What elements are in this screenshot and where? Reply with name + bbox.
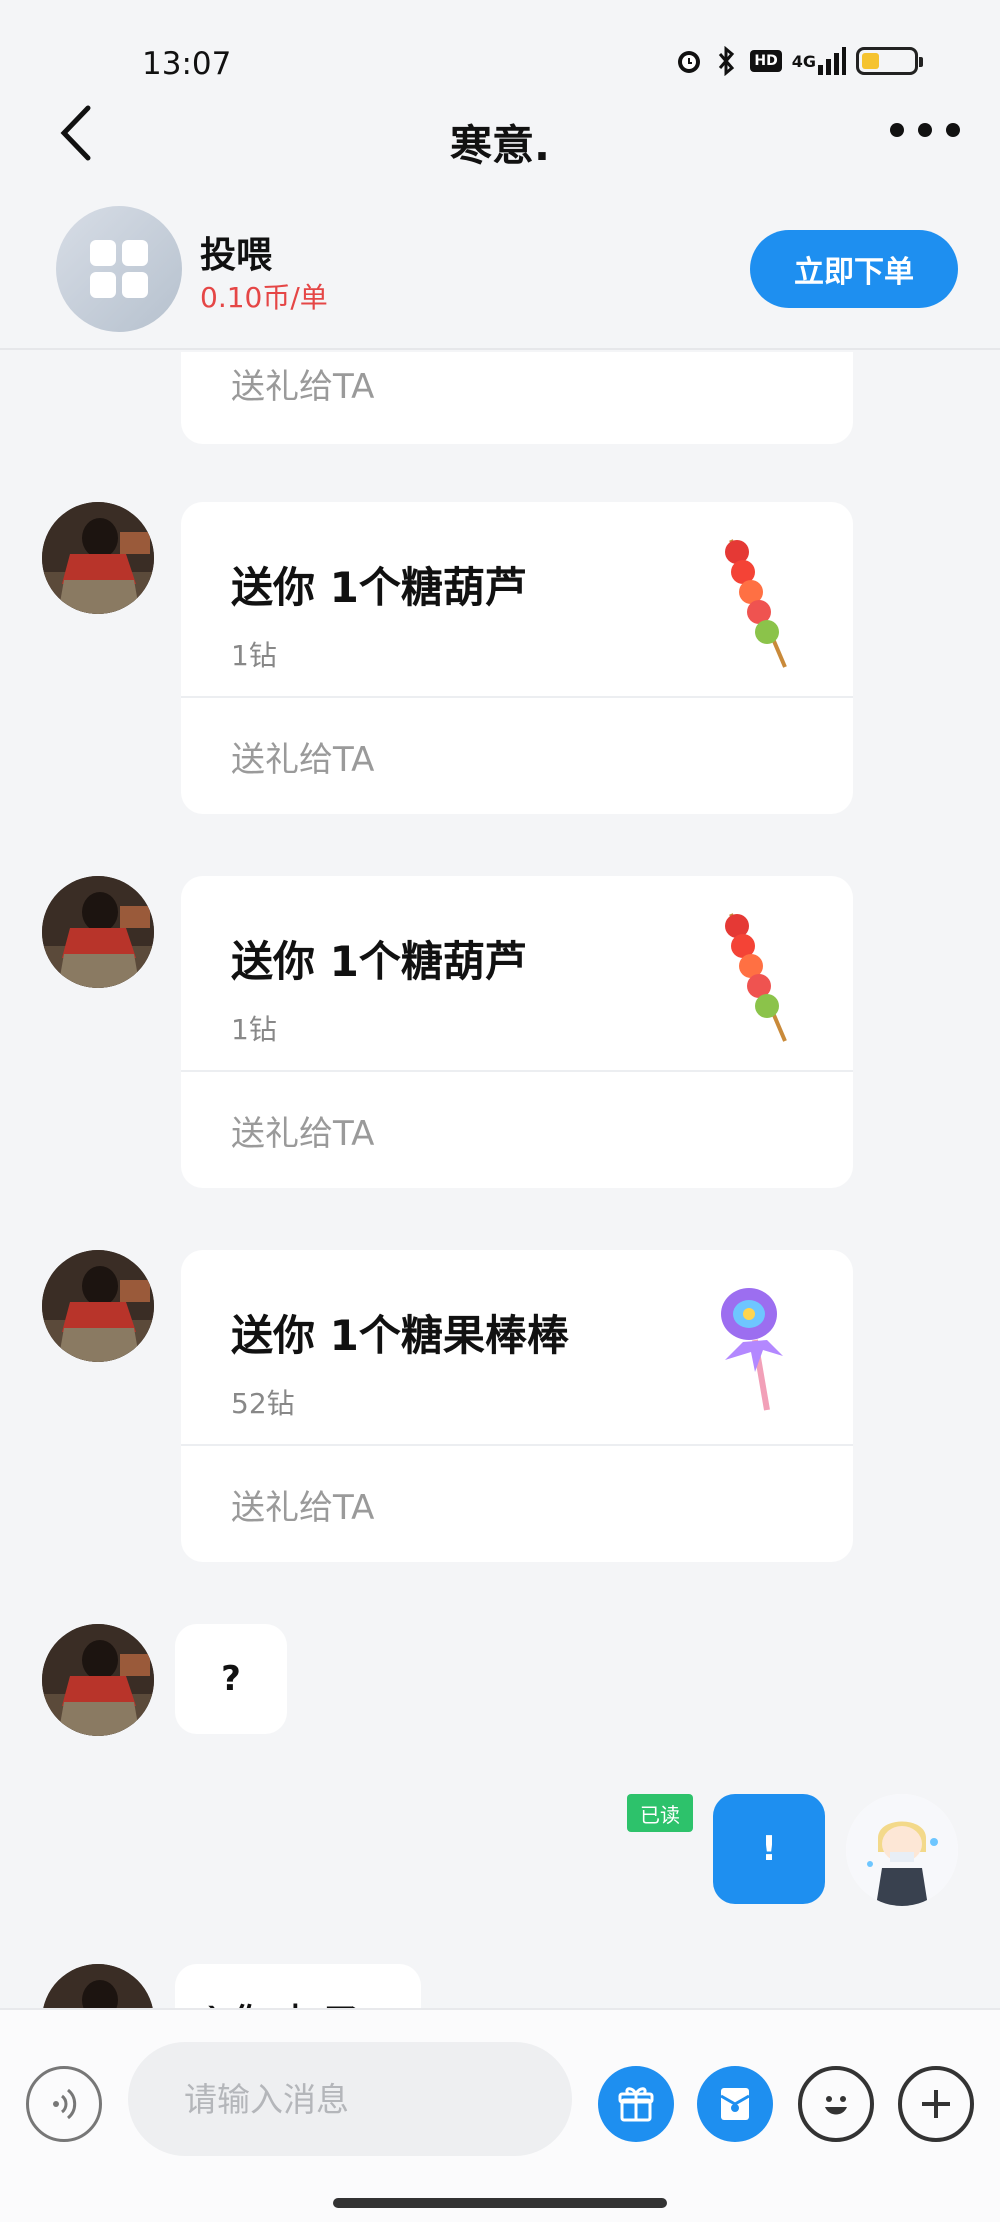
gift-price: 1钻 [231, 1013, 277, 1046]
gift-price: 1钻 [231, 639, 277, 672]
more-icon [890, 123, 904, 137]
battery-fill [862, 53, 879, 69]
alarm-icon [674, 46, 704, 76]
home-indicator[interactable] [333, 2198, 667, 2208]
battery-icon [856, 47, 923, 75]
plus-icon [922, 2090, 950, 2118]
input-bar [0, 2008, 1000, 2222]
incoming-message[interactable]: ì 你 来 了 [175, 1964, 421, 2008]
gift-card[interactable]: 送你 1个糖葫芦 1钻 送礼给TA [181, 502, 853, 814]
service-icon [56, 206, 182, 332]
send-gift-link[interactable]: 送礼给TA [231, 359, 374, 408]
voice-icon [53, 2088, 77, 2120]
gift-card[interactable]: 送你 1个糖果棒棒 52钻 送礼给TA [181, 1250, 853, 1562]
candied-haws-icon [725, 913, 787, 1042]
service-name: 投喂 [200, 235, 273, 276]
more-button[interactable] [890, 110, 960, 150]
contact-avatar[interactable] [42, 1624, 154, 1736]
send-gift-link[interactable]: 送礼给TA [181, 1446, 853, 1562]
hd-icon: HD [750, 50, 782, 72]
status-icons: HD 4G [674, 46, 923, 76]
red-packet-button[interactable] [697, 2066, 773, 2142]
candied-haws-icon [725, 539, 787, 668]
status-time: 13:07 [142, 46, 232, 82]
signal-icon: 4G [792, 47, 846, 75]
contact-avatar[interactable] [42, 502, 154, 614]
gift-title: 送你 1个糖果棒棒 [231, 1311, 569, 1360]
voice-button[interactable] [26, 2066, 102, 2142]
page-title: 寒意. [450, 121, 550, 170]
message-input[interactable] [128, 2042, 572, 2156]
contact-avatar[interactable] [42, 1250, 154, 1362]
candy-wand-icon [721, 1288, 783, 1411]
gift-button[interactable] [598, 2066, 674, 2142]
gift-price: 52钻 [231, 1387, 295, 1420]
service-price: 0.10币/单 [200, 281, 328, 314]
partial-gift-card: 送礼给TA [181, 352, 853, 444]
network-label: 4G [791, 51, 816, 71]
grid-icon [90, 240, 148, 298]
incoming-message[interactable]: ? [175, 1624, 287, 1734]
message-text: ì 你 来 了 [209, 1994, 358, 2008]
contact-avatar[interactable] [42, 1964, 154, 2008]
gift-title: 送你 1个糖葫芦 [231, 937, 527, 986]
gift-title: 送你 1个糖葫芦 [231, 563, 527, 612]
plus-button[interactable] [898, 2066, 974, 2142]
outgoing-message[interactable]: ! [713, 1794, 825, 1904]
gift-card[interactable]: 送你 1个糖葫芦 1钻 送礼给TA [181, 876, 853, 1188]
send-gift-link[interactable]: 送礼给TA [181, 1072, 853, 1188]
order-now-button[interactable]: 立即下单 [750, 230, 958, 308]
service-header: 投喂 0.10币/单 立即下单 [0, 200, 1000, 350]
emoji-icon [825, 2096, 847, 2115]
contact-avatar[interactable] [42, 876, 154, 988]
bluetooth-icon [714, 46, 740, 76]
send-gift-link[interactable]: 送礼给TA [181, 698, 853, 814]
gift-icon [618, 2087, 654, 2122]
my-avatar[interactable] [846, 1794, 958, 1906]
red-packet-icon [720, 2088, 750, 2120]
chat-area[interactable]: 送礼给TA 送你 1个糖葫芦 1钻 送礼给TA 送你 1个糖葫芦 1钻 送礼给T… [0, 352, 1000, 2008]
status-bar: 13:07 HD 4G [0, 0, 1000, 90]
emoji-button[interactable] [798, 2066, 874, 2142]
read-badge: 已读 [627, 1794, 693, 1832]
